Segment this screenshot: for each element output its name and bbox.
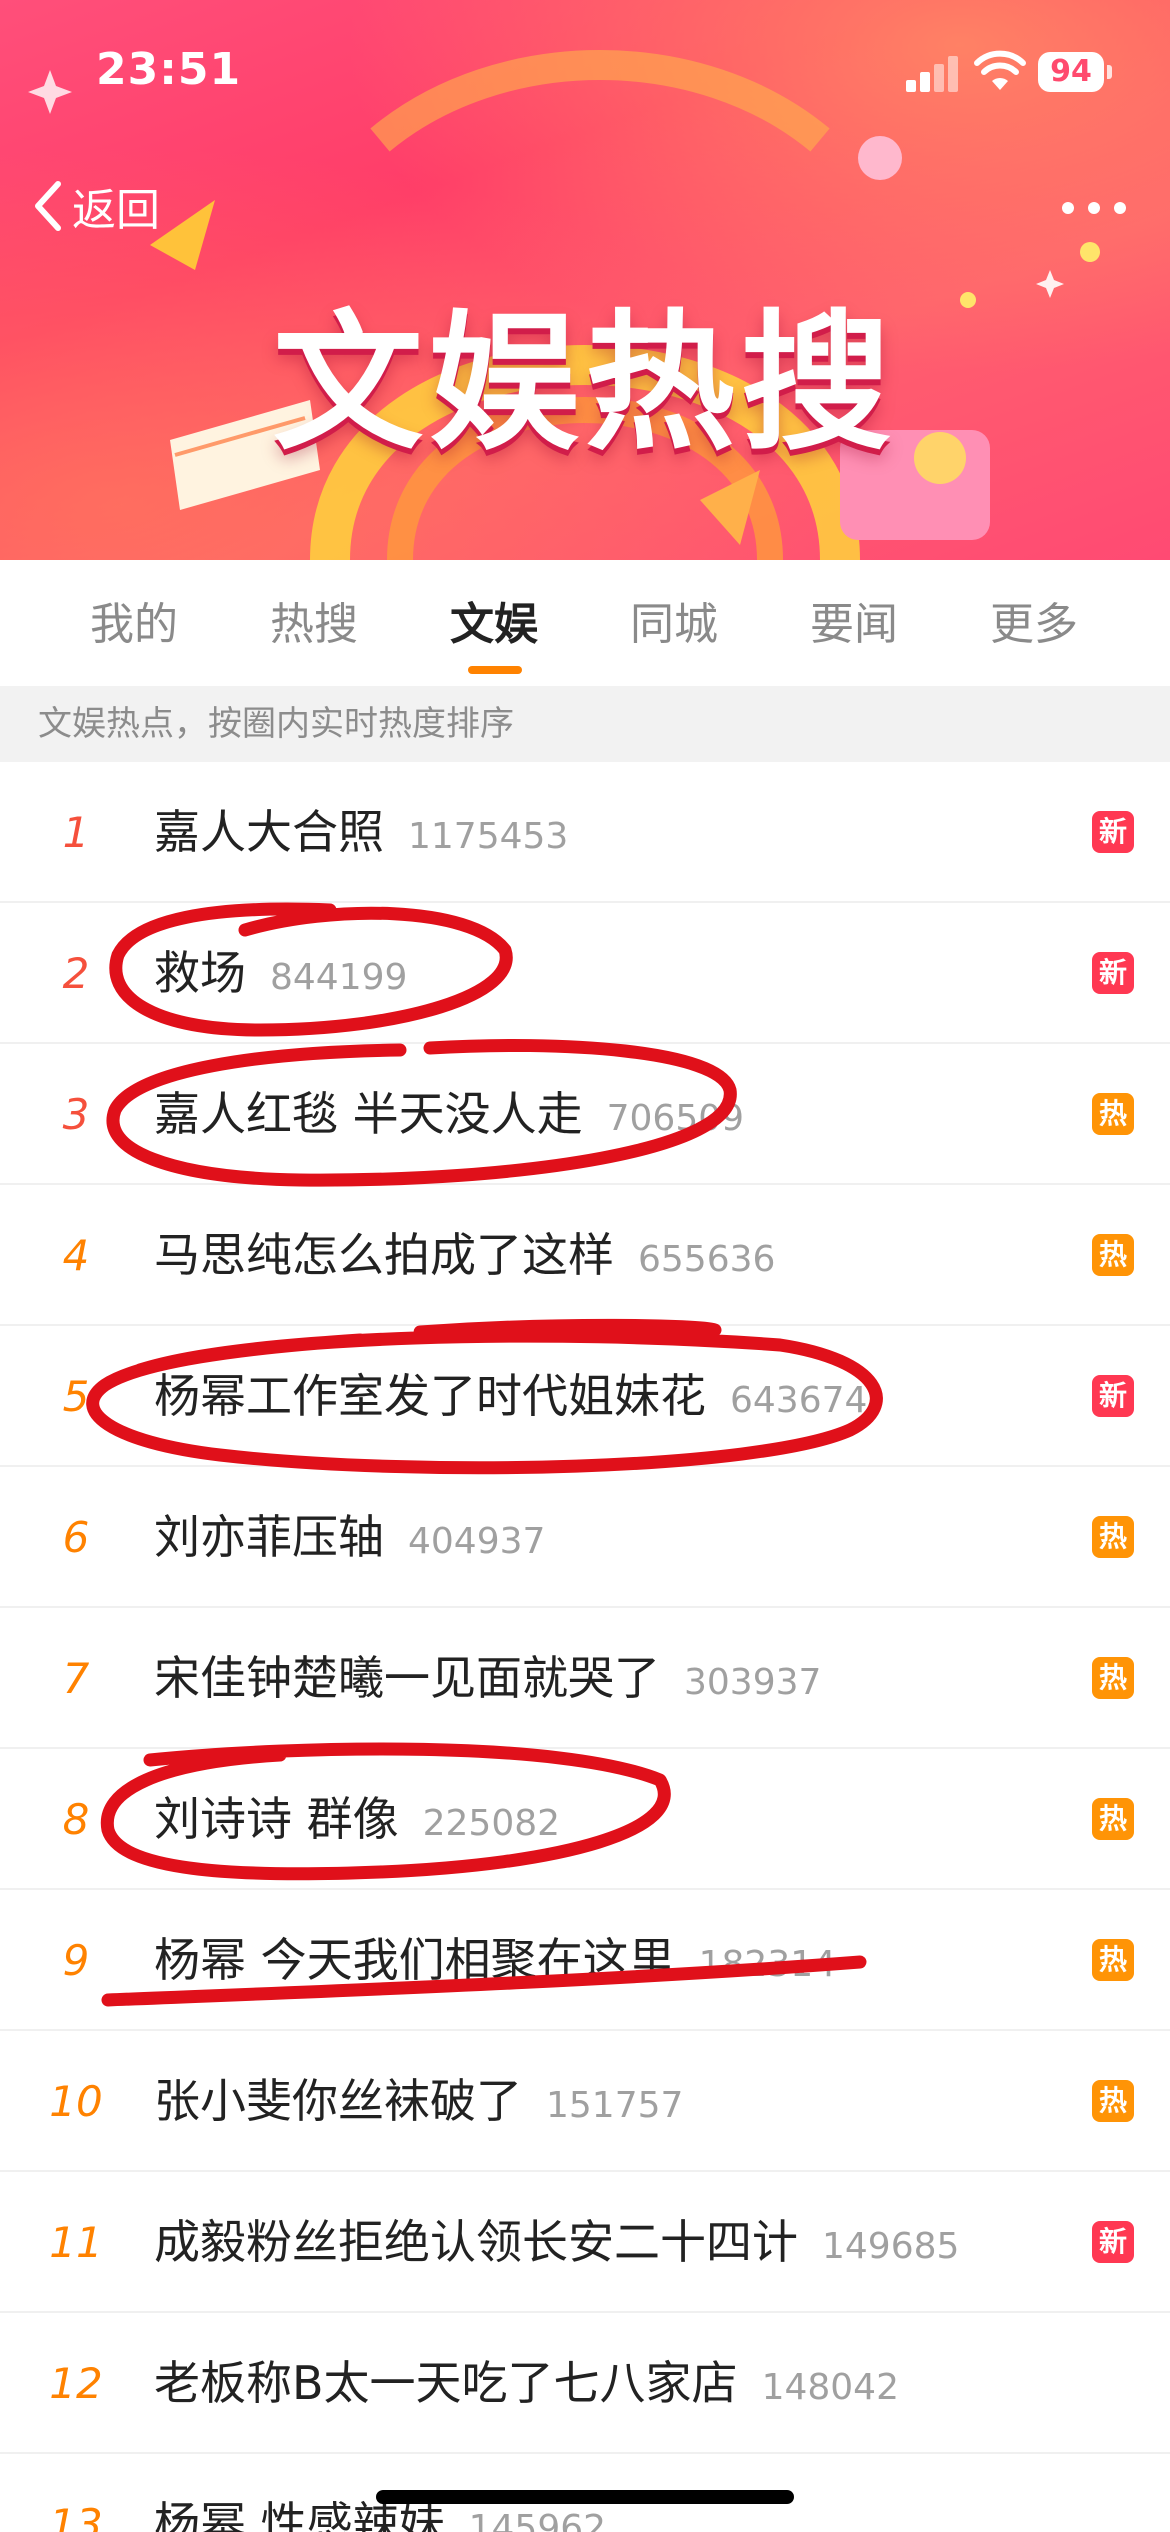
list-item[interactable]: 12 老板称B太一天吃了七八家店 148042	[0, 2313, 1170, 2454]
tab-more[interactable]: 更多	[944, 588, 1124, 652]
item-count: 149685	[822, 2226, 960, 2267]
rank-number: 9	[62, 1936, 90, 1985]
item-title: 成毅粉丝拒绝认领长安二十四计	[154, 2215, 798, 2269]
subheader: 文娱热点，按圈内实时热度排序	[0, 686, 1170, 762]
hot-list: 1 嘉人大合照 1175453 新 2 救场 844199 新 3 嘉人红毯 半天没…	[0, 762, 1170, 2532]
battery-icon: 94	[1038, 52, 1112, 92]
item-title: 老板称B太一天吃了七八家店	[154, 2356, 738, 2410]
item-count: 151757	[546, 2085, 684, 2126]
tab-hot-search[interactable]: 热搜	[224, 588, 404, 652]
more-button[interactable]	[1062, 196, 1132, 220]
new-badge: 新	[1092, 952, 1134, 994]
tab-mine[interactable]: 我的	[44, 588, 224, 652]
subheader-text: 文娱热点，按圈内实时热度排序	[38, 704, 514, 744]
item-title: 嘉人红毯 半天没人走	[154, 1087, 583, 1141]
item-count: 225082	[422, 1803, 561, 1844]
rank-number: 7	[62, 1654, 90, 1703]
list-item[interactable]: 8 刘诗诗 群像 225082 热	[0, 1749, 1170, 1890]
rank-number: 2	[62, 949, 90, 998]
item-count: 643674	[730, 1380, 868, 1421]
home-indicator	[376, 2490, 794, 2504]
new-badge: 新	[1092, 2221, 1134, 2263]
active-tab-indicator	[468, 666, 522, 674]
rank-number: 4	[62, 1231, 90, 1280]
rank-number: 13	[49, 2500, 103, 2532]
tab-bar: 我的 热搜 文娱 同城 要闻 更多	[0, 560, 1170, 686]
rank-number: 8	[62, 1795, 90, 1844]
back-button[interactable]: 返回	[28, 176, 160, 236]
banner: 23:51 94 返回 文娱热搜	[0, 0, 1170, 560]
hot-badge: 热	[1092, 1657, 1134, 1699]
item-count: 706509	[606, 1098, 745, 1139]
item-count: 1175453	[408, 816, 569, 857]
item-title: 刘亦菲压轴	[154, 1510, 384, 1564]
back-label: 返回	[72, 185, 160, 236]
list-item[interactable]: 3 嘉人红毯 半天没人走 706509 热	[0, 1044, 1170, 1185]
tab-entertainment[interactable]: 文娱	[404, 588, 584, 652]
item-title: 刘诗诗 群像	[154, 1792, 399, 1846]
wifi-icon	[974, 50, 1026, 90]
rank-number: 1	[62, 808, 90, 857]
list-item[interactable]: 2 救场 844199 新	[0, 903, 1170, 1044]
hot-badge: 热	[1092, 2080, 1134, 2122]
list-item[interactable]: 1 嘉人大合照 1175453 新	[0, 762, 1170, 903]
hot-badge: 热	[1092, 1093, 1134, 1135]
banner-title: 文娱热搜	[272, 297, 897, 471]
rank-number: 3	[62, 1090, 90, 1139]
hot-badge: 热	[1092, 1798, 1134, 1840]
item-count: 145962	[468, 2508, 607, 2532]
status-time: 23:51	[96, 44, 242, 95]
rank-number: 6	[62, 1513, 90, 1562]
hot-search-page: 23:51 94 返回 文娱热搜 我的 热搜 文娱 同城 要闻 更多 文娱热点，…	[0, 0, 1170, 2532]
item-count: 844199	[270, 957, 408, 998]
list-item[interactable]: 11 成毅粉丝拒绝认领长安二十四计 149685 新	[0, 2172, 1170, 2313]
list-item[interactable]: 5 杨幂工作室发了时代姐妹花 643674 新	[0, 1326, 1170, 1467]
hot-badge: 热	[1092, 1234, 1134, 1276]
signal-icon	[906, 56, 960, 92]
item-title: 杨幂工作室发了时代姐妹花	[154, 1369, 706, 1423]
rank-number: 11	[49, 2218, 103, 2267]
new-badge: 新	[1092, 1375, 1134, 1417]
tab-local[interactable]: 同城	[584, 588, 764, 652]
item-title: 张小斐你丝袜破了	[154, 2074, 522, 2128]
item-count: 148042	[761, 2367, 899, 2408]
item-count: 655636	[638, 1239, 776, 1280]
rank-number: 5	[62, 1372, 90, 1421]
item-title: 嘉人大合照	[154, 805, 384, 859]
item-count: 404937	[408, 1521, 546, 1562]
tab-news[interactable]: 要闻	[764, 588, 944, 652]
list-item[interactable]: 9 杨幂 今天我们相聚在这里 182314 热	[0, 1890, 1170, 2031]
item-title: 宋佳钟楚曦一见面就哭了	[154, 1651, 660, 1705]
item-count: 182314	[698, 1944, 837, 1985]
item-title: 救场	[154, 946, 246, 1000]
item-count: 303937	[684, 1662, 822, 1703]
list-item[interactable]: 10 张小斐你丝袜破了 151757 热	[0, 2031, 1170, 2172]
item-title: 马思纯怎么拍成了这样	[154, 1228, 614, 1282]
hot-badge: 热	[1092, 1939, 1134, 1981]
hot-badge: 热	[1092, 1516, 1134, 1558]
list-item[interactable]: 4 马思纯怎么拍成了这样 655636 热	[0, 1185, 1170, 1326]
item-title: 杨幂 今天我们相聚在这里	[154, 1933, 675, 1987]
rank-number: 10	[49, 2077, 103, 2126]
new-badge: 新	[1092, 811, 1134, 853]
status-bar: 23:51 94	[0, 0, 1170, 140]
list-item[interactable]: 6 刘亦菲压轴 404937 热	[0, 1467, 1170, 1608]
list-item[interactable]: 7 宋佳钟楚曦一见面就哭了 303937 热	[0, 1608, 1170, 1749]
rank-number: 12	[49, 2359, 103, 2408]
chevron-left-icon	[35, 181, 61, 231]
